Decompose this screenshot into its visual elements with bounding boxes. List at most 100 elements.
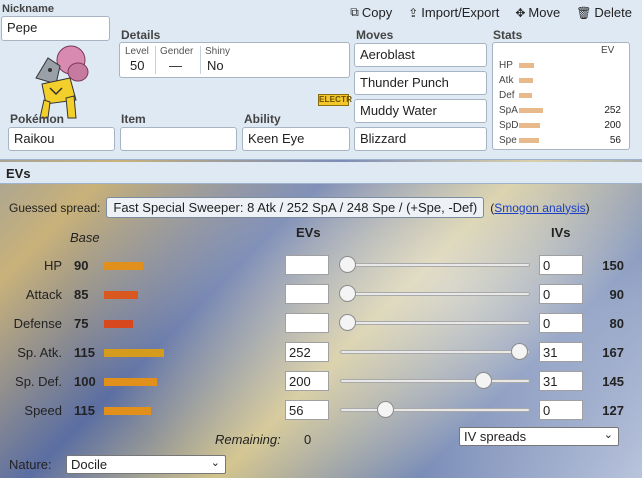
stat-label: HP	[43, 258, 62, 273]
toolbar: ⧉ Copy ⇪ Import/Export ✥ Move 🗑 Delete	[350, 5, 632, 20]
chevron-down-icon: ⌄	[210, 457, 220, 469]
stat-ev-value: 56	[609, 134, 621, 146]
stat-total: 167	[602, 345, 624, 360]
smogon-analysis: (Smogon analysis)	[490, 201, 589, 215]
iv-spreads-select[interactable]: IV spreads ⌄	[459, 427, 619, 446]
base-stat-value: 75	[74, 316, 89, 331]
stat-label: Defense	[13, 316, 62, 331]
import-export-button[interactable]: ⇪ Import/Export	[408, 5, 499, 20]
base-stat-bar	[104, 378, 157, 386]
guessed-spread-label: Guessed spread:	[9, 200, 101, 215]
ev-slider[interactable]	[339, 285, 530, 302]
details-label: Details	[121, 28, 161, 42]
stat-label: Sp. Def.	[15, 374, 62, 389]
stat-total: 90	[609, 287, 624, 302]
base-stat-value: 115	[74, 403, 95, 418]
details-box[interactable]: Level 50 Gender — Shiny No	[119, 42, 350, 78]
set-details-panel: Nickname Pepe ⧉ Copy ⇪ Import/Export ✥ M…	[0, 0, 642, 160]
stat-bar	[519, 122, 540, 128]
move-slot-1[interactable]: Aeroblast	[354, 43, 487, 67]
base-stat-bar	[104, 262, 143, 270]
ev-slider[interactable]	[340, 343, 530, 360]
ev-input[interactable]: 252	[285, 342, 329, 362]
iv-input[interactable]: 0	[539, 400, 583, 420]
ability-input[interactable]: Keen Eye	[242, 127, 350, 151]
iv-input[interactable]: 0	[539, 313, 583, 333]
base-stat-value: 90	[74, 258, 89, 273]
stat-row-def: Def	[499, 89, 532, 101]
move-arrows-icon: ✥	[515, 5, 526, 20]
stat-row-atk: Atk	[499, 74, 533, 86]
stats-box[interactable]: EV HP Atk Def SpA 252 SpD 200 Spe 56	[492, 42, 630, 150]
move-slot-4[interactable]: Blizzard	[354, 127, 487, 151]
move-label: Move	[528, 5, 561, 20]
iv-input[interactable]: 0	[539, 255, 583, 275]
ev-slider[interactable]	[340, 401, 530, 418]
stat-ev-value: 252	[604, 104, 621, 116]
level-value: 50	[130, 58, 145, 73]
nickname-label: Nickname	[2, 3, 54, 15]
ev-input[interactable]	[285, 255, 329, 275]
item-input[interactable]	[120, 127, 237, 151]
stat-bar	[519, 92, 532, 98]
level-label: Level	[125, 46, 149, 57]
ev-slider[interactable]	[339, 256, 530, 273]
stat-label: Sp. Atk.	[17, 345, 62, 360]
ev-slider[interactable]	[339, 314, 530, 331]
ev-input[interactable]: 56	[285, 400, 329, 420]
evs-column-header: EVs	[296, 225, 321, 240]
ev-input[interactable]: 200	[285, 371, 329, 391]
stat-row-spe: Spe 56	[499, 134, 621, 146]
nature-label: Nature:	[9, 457, 52, 472]
move-button[interactable]: ✥ Move	[515, 5, 560, 20]
move-slot-2[interactable]: Thunder Punch	[354, 71, 487, 95]
slider-thumb[interactable]	[339, 285, 356, 302]
slider-thumb[interactable]	[339, 256, 356, 273]
iv-input[interactable]: 0	[539, 284, 583, 304]
remaining-label: Remaining:	[215, 432, 281, 447]
delete-button[interactable]: 🗑 Delete	[576, 5, 632, 20]
move-slot-3[interactable]: Muddy Water	[354, 99, 487, 123]
pokemon-input[interactable]: Raikou	[8, 127, 115, 151]
slider-thumb[interactable]	[339, 314, 356, 331]
stat-label: Attack	[25, 287, 62, 302]
stat-name: Spe	[499, 134, 517, 146]
slider-thumb[interactable]	[475, 372, 492, 389]
shiny-label: Shiny	[205, 46, 231, 57]
slider-thumb[interactable]	[511, 343, 528, 360]
ev-slider[interactable]	[340, 372, 530, 389]
delete-label: Delete	[594, 5, 632, 20]
nature-select[interactable]: Docile ⌄	[66, 455, 226, 474]
copy-icon: ⧉	[350, 5, 359, 19]
stat-bar	[519, 107, 543, 113]
import-export-label: Import/Export	[421, 5, 500, 20]
stats-label: Stats	[493, 28, 523, 42]
iv-input[interactable]: 31	[539, 371, 583, 391]
stat-name: Def	[499, 89, 515, 101]
copy-button[interactable]: ⧉ Copy	[350, 5, 392, 20]
base-stat-bar	[104, 291, 138, 299]
stat-name: SpA	[499, 104, 518, 116]
stat-total: 145	[602, 374, 624, 389]
ability-label: Ability	[244, 112, 281, 126]
electric-type-badge: ELECTR	[318, 94, 353, 106]
stat-name: Atk	[499, 74, 514, 86]
stat-total: 80	[609, 316, 624, 331]
upload-icon: ⇪	[408, 5, 419, 20]
trash-icon: 🗑	[576, 5, 592, 20]
divider	[155, 46, 156, 74]
iv-input[interactable]: 31	[539, 342, 583, 362]
pokemon-label: Pokémon	[10, 112, 65, 126]
slider-thumb[interactable]	[377, 401, 394, 418]
stat-bar	[519, 137, 539, 143]
pokemon-sprite[interactable]	[26, 38, 96, 120]
stat-name: HP	[499, 59, 513, 71]
stat-name: SpD	[499, 119, 519, 131]
ev-input[interactable]	[285, 313, 329, 333]
guessed-spread-button[interactable]: Fast Special Sweeper: 8 Atk / 252 SpA / …	[106, 197, 485, 218]
guessed-spread-row: Guessed spread: Fast Special Sweeper: 8 …	[9, 197, 590, 218]
stat-label: Speed	[24, 403, 62, 418]
ev-input[interactable]	[285, 284, 329, 304]
smogon-analysis-link[interactable]: Smogon analysis	[494, 201, 585, 215]
iv-spreads-value: IV spreads	[464, 429, 527, 444]
